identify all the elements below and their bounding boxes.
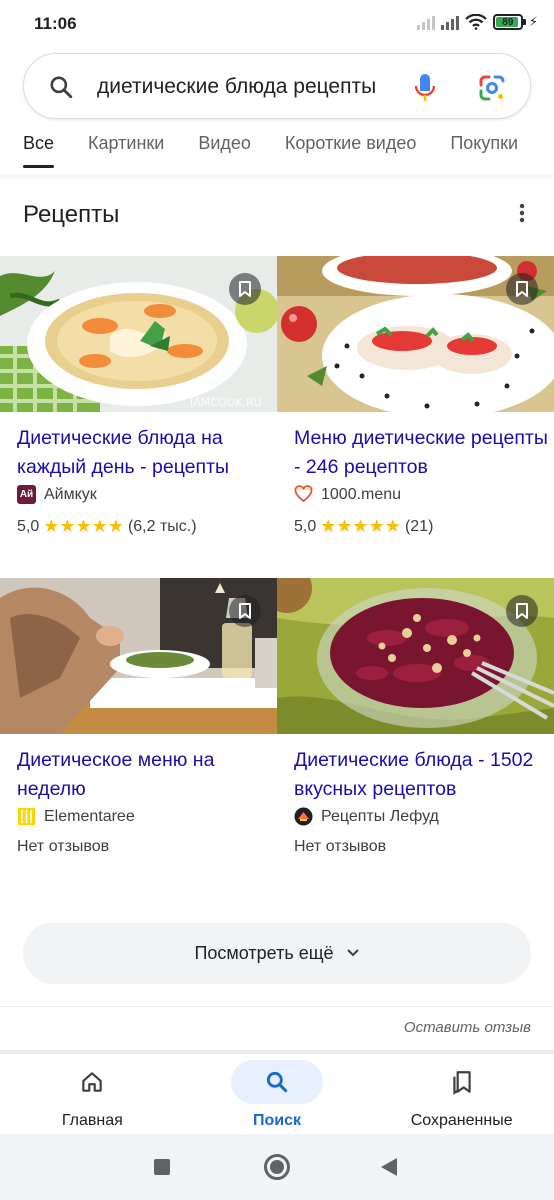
bookmark-icon xyxy=(239,281,251,297)
bookmark-button[interactable] xyxy=(506,273,538,305)
tab-images[interactable]: Картинки xyxy=(88,120,164,164)
recipe-source: 1000.menu xyxy=(294,485,554,504)
nav-saved[interactable]: Сохраненные xyxy=(369,1054,554,1134)
search-input[interactable]: диетические блюда рецепты xyxy=(97,75,397,99)
recent-apps-icon[interactable] xyxy=(154,1159,170,1175)
nav-search[interactable]: Поиск xyxy=(185,1054,370,1134)
google-lens-icon[interactable] xyxy=(478,74,506,102)
nav-saved-pill xyxy=(416,1060,508,1104)
bookmarks-icon xyxy=(453,1071,471,1095)
recipe-source: Ай Аймкук xyxy=(17,485,277,504)
source-name: Рецепты Лефуд xyxy=(321,807,439,825)
back-icon[interactable] xyxy=(381,1158,397,1176)
nav-search-label: Поиск xyxy=(253,1112,302,1129)
nav-home-label: Главная xyxy=(61,1112,123,1129)
show-more-button[interactable]: Посмотреть ещё xyxy=(23,922,531,984)
home-icon xyxy=(82,1072,103,1092)
recipe-card[interactable]: Диетическое меню на неделю Elementaree Н… xyxy=(0,578,277,856)
recipe-rating: 5,0 ★★★★★ (21) xyxy=(294,516,554,537)
nav-saved-label: Сохраненные xyxy=(410,1112,513,1129)
recipe-image-beet-salad[interactable] xyxy=(277,578,554,734)
recipe-source: Рецепты Лефуд xyxy=(294,807,554,826)
recipe-title[interactable]: Диетические блюда на каждый день - рецеп… xyxy=(17,424,275,482)
recipe-image-dinner[interactable] xyxy=(0,578,277,734)
bottom-navigation: Главная Поиск Сохраненные xyxy=(0,1054,554,1134)
recipe-title[interactable]: Диетические блюда - 1502 вкусных рецепто… xyxy=(294,746,552,804)
tab-all[interactable]: Все xyxy=(23,120,55,168)
review-count: (6,2 тыс.) xyxy=(127,517,197,535)
status-icons: 89 ⚡ xyxy=(416,14,538,30)
rating-stars-icon: ★★★★★ xyxy=(43,516,124,536)
battery-level: 89 xyxy=(502,16,514,28)
show-more-label: Посмотреть ещё xyxy=(194,942,334,963)
heart-icon xyxy=(294,485,313,503)
recipe-card[interactable]: IAMCOOK.RU Диетические блюда на каждый д… xyxy=(0,256,277,537)
rating-value: 5,0 xyxy=(294,517,317,535)
source-name: 1000.menu xyxy=(321,485,402,503)
search-icon xyxy=(50,76,73,99)
no-reviews-text: Нет отзывов xyxy=(294,838,387,855)
signal-icon-2 xyxy=(440,14,459,30)
source-name: Аймкук xyxy=(44,485,97,503)
divider xyxy=(0,1006,554,1007)
recipe-title[interactable]: Диетическое меню на неделю xyxy=(17,746,275,804)
chevron-down-icon xyxy=(346,949,359,957)
bookmark-icon xyxy=(239,603,251,619)
bookmark-button[interactable] xyxy=(229,273,261,305)
elementaree-logo-icon xyxy=(18,808,35,825)
no-reviews-text: Нет отзывов xyxy=(17,838,110,855)
recipe-rating: 5,0 ★★★★★ (6,2 тыс.) xyxy=(17,516,277,537)
search-bar[interactable]: диетические блюда рецепты xyxy=(23,53,531,119)
nav-home[interactable]: Главная xyxy=(0,1054,185,1134)
signal-icon xyxy=(416,14,435,30)
status-time: 11:06 xyxy=(34,14,77,33)
tab-video[interactable]: Видео xyxy=(198,120,251,164)
recipe-title[interactable]: Меню диетические рецепты - 246 рецептов xyxy=(294,424,552,482)
recipe-card[interactable]: Диетические блюда - 1502 вкусных рецепто… xyxy=(277,578,554,856)
microphone-icon[interactable] xyxy=(414,73,436,103)
search-icon xyxy=(266,1071,288,1093)
recipe-source: Elementaree xyxy=(17,807,277,826)
lefood-logo-icon xyxy=(294,807,313,826)
recipe-image-fish[interactable] xyxy=(277,256,554,412)
status-bar: 11:06 89 ⚡ xyxy=(0,0,554,48)
charging-icon: ⚡ xyxy=(528,14,538,29)
source-name: Elementaree xyxy=(44,807,135,825)
bookmark-icon xyxy=(516,603,528,619)
feedback-link[interactable]: Оставить отзыв xyxy=(404,1019,531,1036)
aimkuk-logo-text: Ай xyxy=(19,489,34,500)
nav-home-pill xyxy=(46,1060,138,1104)
bookmark-button[interactable] xyxy=(229,595,261,627)
home-button-icon[interactable] xyxy=(264,1154,290,1180)
svg-text:IAMCOOK.RU: IAMCOOK.RU xyxy=(190,396,262,409)
rating-value: 5,0 xyxy=(17,517,40,535)
tab-short-video[interactable]: Короткие видео xyxy=(285,120,416,164)
rating-stars-icon: ★★★★★ xyxy=(320,516,401,536)
wifi-icon xyxy=(465,14,487,30)
recipe-image-soup[interactable]: IAMCOOK.RU xyxy=(0,256,277,412)
tab-shopping[interactable]: Покупки xyxy=(450,120,518,164)
nav-search-pill xyxy=(231,1060,323,1104)
search-tabs: Все Картинки Видео Короткие видео Покупк… xyxy=(0,120,554,176)
section-title: Рецепты xyxy=(23,201,120,228)
bookmark-button[interactable] xyxy=(506,595,538,627)
battery-icon: 89 xyxy=(492,14,526,30)
review-count: (21) xyxy=(404,517,434,535)
system-navigation-bar xyxy=(0,1134,554,1200)
recipe-card[interactable]: Меню диетические рецепты - 246 рецептов … xyxy=(277,256,554,537)
aimkuk-logo-icon: Ай xyxy=(17,485,36,504)
bookmark-icon xyxy=(516,281,528,297)
more-options-icon[interactable] xyxy=(514,201,530,225)
